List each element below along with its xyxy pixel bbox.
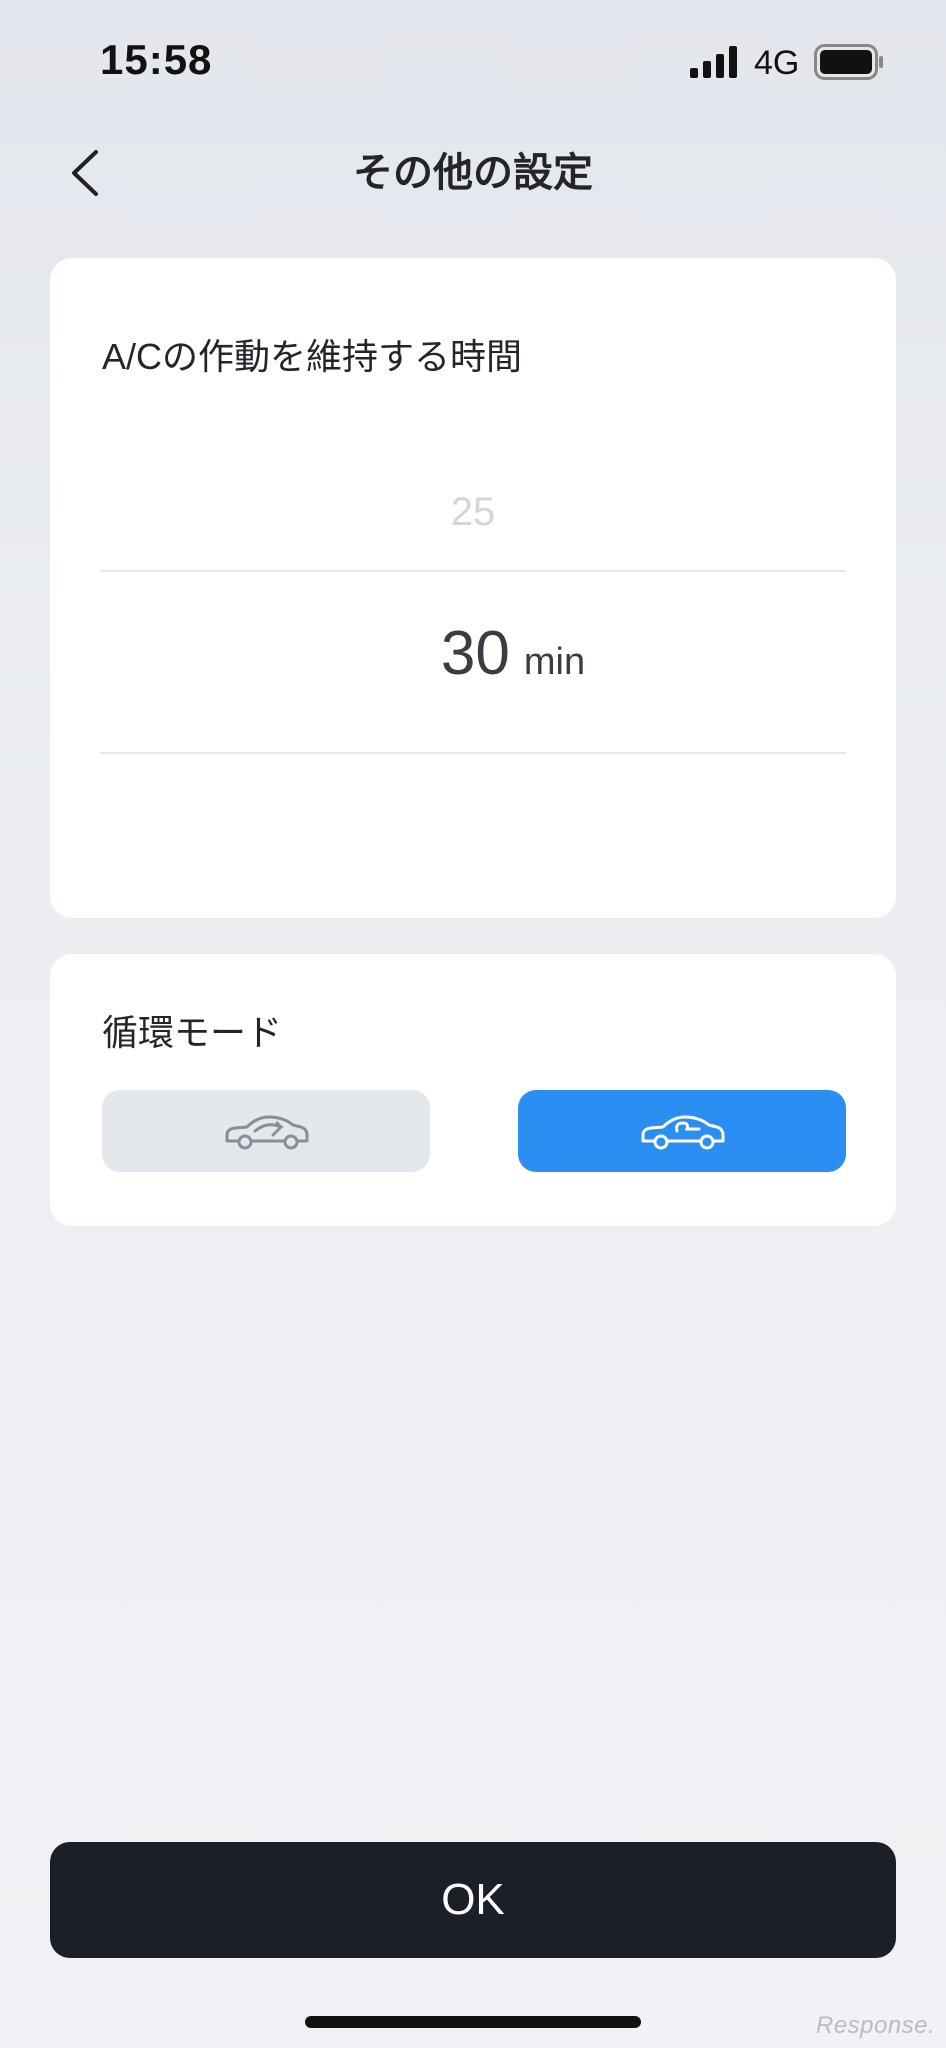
car-recirculation-icon: [225, 1115, 309, 1150]
picker-selected-row[interactable]: 30 min: [100, 618, 846, 689]
watermark: Response.: [816, 2012, 936, 2039]
network-label: 4G: [754, 44, 800, 82]
status-bar: 15:58 4G: [0, 0, 946, 120]
status-time: 15:58: [100, 36, 213, 83]
circulation-mode-card: 循環モード: [50, 954, 896, 1226]
nav-bar: その他の設定: [0, 120, 946, 220]
ac-duration-card: A/Cの作動を維持する時間 25 30 min: [50, 258, 896, 918]
circulation-mode-title: 循環モード: [102, 1012, 283, 1053]
duration-picker[interactable]: 25 30 min: [100, 378, 846, 838]
battery-icon: [814, 44, 883, 80]
recirculation-mode-button[interactable]: [102, 1090, 430, 1172]
picker-unit: min: [523, 641, 586, 683]
picker-selected-value: 30: [440, 619, 510, 688]
car-fresh-air-icon: [641, 1115, 725, 1150]
ac-duration-title: A/Cの作動を維持する時間: [102, 336, 523, 377]
fresh-air-mode-button[interactable]: [518, 1090, 846, 1172]
signal-bars-icon: [690, 46, 737, 78]
ok-button[interactable]: OK: [50, 1842, 896, 1958]
picker-divider-bottom: [100, 752, 846, 754]
picker-divider-top: [100, 570, 846, 572]
picker-previous-value[interactable]: 25: [100, 490, 846, 535]
home-indicator: [305, 2016, 641, 2028]
page-title: その他の設定: [353, 151, 593, 195]
